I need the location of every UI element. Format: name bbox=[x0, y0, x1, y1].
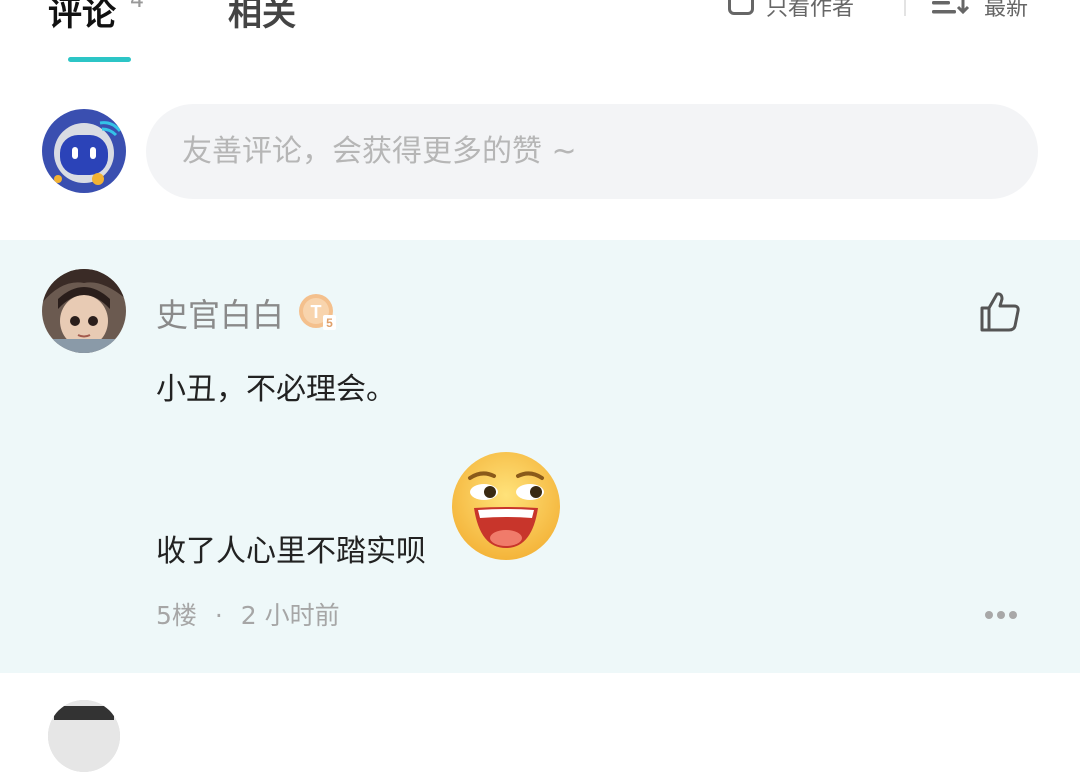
level-badge-icon: T 5 bbox=[299, 294, 336, 330]
next-commenter-avatar[interactable] bbox=[48, 700, 120, 772]
more-icon[interactable] bbox=[984, 610, 1018, 620]
comment-item: 史官白白 T 5 小丑，不必理会。 收了人心里不踏实呗 5楼 · 2 小时前 bbox=[0, 240, 1080, 673]
tab-bar: 评论 4 相关 只看作者 最新 bbox=[0, 0, 1080, 90]
sort-icon bbox=[932, 0, 970, 15]
tab-related[interactable]: 相关 bbox=[228, 0, 296, 35]
badge-level: 5 bbox=[326, 316, 333, 330]
author-only-label: 只看作者 bbox=[766, 0, 855, 21]
comment-input[interactable] bbox=[146, 104, 1038, 199]
active-tab-indicator bbox=[68, 57, 131, 62]
commenter-username[interactable]: 史官白白 bbox=[156, 290, 284, 336]
robot-avatar-icon bbox=[42, 109, 126, 193]
tab-comments-count: 4 bbox=[130, 0, 144, 13]
checkbox-icon[interactable] bbox=[728, 0, 754, 15]
emoji-laugh-icon bbox=[452, 452, 560, 560]
my-avatar[interactable] bbox=[42, 109, 126, 193]
badge-letter: T bbox=[311, 302, 322, 322]
author-only-filter[interactable]: 只看作者 bbox=[728, 0, 854, 22]
comment-meta: 5楼 · 2 小时前 bbox=[156, 596, 340, 632]
comment-floor: 5楼 bbox=[156, 601, 197, 630]
comment-text-line2: 收了人心里不踏实呗 bbox=[156, 534, 426, 569]
filter-divider bbox=[904, 0, 906, 16]
like-icon[interactable] bbox=[978, 290, 1022, 334]
commenter-avatar[interactable] bbox=[42, 269, 126, 353]
user-avatar-icon bbox=[48, 700, 120, 772]
sort-label: 最新 bbox=[984, 0, 1029, 21]
sort-button[interactable]: 最新 bbox=[932, 0, 1028, 22]
tab-comments[interactable]: 评论 bbox=[48, 0, 116, 35]
comment-text-line1: 小丑，不必理会。 bbox=[156, 372, 396, 407]
meta-separator: · bbox=[214, 601, 223, 630]
user-avatar-icon bbox=[42, 269, 126, 353]
comment-time: 2 小时前 bbox=[240, 601, 340, 630]
